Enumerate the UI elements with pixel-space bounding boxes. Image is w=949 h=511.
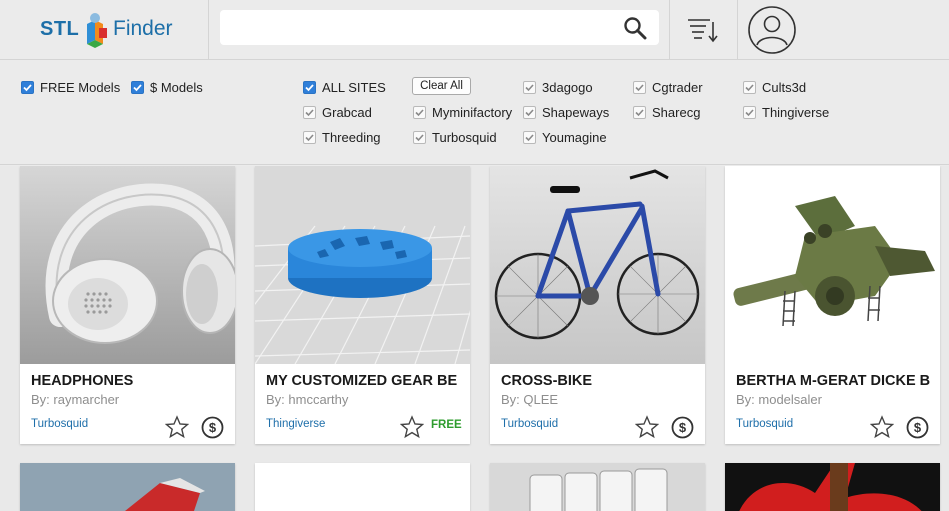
checkbox-checked-icon [413,105,426,119]
site-label: Grabcad [322,104,372,120]
logo[interactable]: STL Finder [0,0,209,60]
model-card[interactable]: BERTHA M-GERAT DICKE B By: modelsaler Tu… [725,166,940,444]
model-card[interactable] [490,463,705,511]
site-label: Myminifactory [432,104,513,120]
search-input[interactable] [220,10,659,45]
model-title[interactable]: BERTHA M-GERAT DICKE B [736,373,932,389]
site-label: Sharecg [652,104,701,120]
filter-panel: FREE Models $ Models ALL SITES Clear All… [0,60,949,165]
checkbox-checked-icon [633,105,646,119]
site-checkbox-sharecg[interactable]: Sharecg [633,103,700,121]
site-checkbox-cgtrader[interactable]: Cgtrader [633,78,703,96]
checkbox-checked-icon [743,80,756,94]
model-title[interactable]: CROSS-BIKE [501,373,697,389]
user-account-icon[interactable] [747,5,797,55]
model-title[interactable]: MY CUSTOMIZED GEAR BE [266,373,462,389]
checkbox-checked-icon [303,130,316,144]
svg-text:$: $ [679,420,687,435]
results-grid: HEADPHONES By: raymarcher Turbosquid $ M… [0,166,949,511]
site-checkbox-grabcad[interactable]: Grabcad [303,103,372,121]
free-badge: FREE [431,419,462,431]
site-checkbox-youmagine[interactable]: Youmagine [523,128,607,146]
model-author: By: raymarcher [31,392,120,407]
model-thumbnail[interactable] [490,463,705,511]
all-sites-label: ALL SITES [322,79,386,95]
free-models-label: FREE Models [40,79,121,95]
star-icon[interactable] [635,415,659,439]
model-card[interactable] [20,463,235,511]
checkbox-checked-icon [523,105,536,119]
star-icon[interactable] [870,415,894,439]
site-checkbox-threeding[interactable]: Threeding [303,128,381,146]
svg-text:$: $ [914,420,922,435]
paid-icon: $ [201,416,224,439]
model-thumbnail[interactable] [20,166,235,364]
logo-text-finder: Finder [113,17,173,40]
paid-models-checkbox[interactable]: $ Models [131,78,203,96]
site-checkbox-thingiverse[interactable]: Thingiverse [743,103,829,121]
site-label: Thingiverse [762,104,830,120]
checkbox-checked-icon [743,105,756,119]
site-label: Shapeways [542,104,610,120]
clear-all-button[interactable]: Clear All [412,77,471,95]
checkbox-checked-icon [303,80,316,94]
site-label: Turbosquid [432,129,497,145]
site-label: 3dagogo [542,79,593,95]
site-checkbox-cults3d[interactable]: Cults3d [743,78,806,96]
model-thumbnail[interactable] [255,166,470,364]
site-label: Cults3d [762,79,807,95]
model-author: By: QLEE [501,392,559,407]
top-bar: STL Finder [0,0,949,60]
checkbox-checked-icon [523,80,536,94]
model-card[interactable] [255,463,470,511]
model-thumbnail[interactable] [255,463,470,511]
site-checkbox-3dagogo[interactable]: 3dagogo [523,78,593,96]
free-models-checkbox[interactable]: FREE Models [21,78,120,96]
sort-button[interactable] [669,0,738,60]
checkbox-checked-icon [633,80,646,94]
site-label: Youmagine [542,129,607,145]
logo-mark-icon [87,13,107,48]
site-label: Cgtrader [652,79,703,95]
logo-text-stl: STL [40,18,80,40]
star-icon[interactable] [400,415,424,439]
model-source-link[interactable]: Turbosquid [31,418,88,430]
model-thumbnail[interactable] [490,166,705,364]
checkbox-checked-icon [21,80,34,94]
model-author: By: modelsaler [736,392,822,407]
model-author: By: hmccarthy [266,392,349,407]
paid-icon: $ [906,416,929,439]
model-card[interactable] [725,463,940,511]
model-source-link[interactable]: Thingiverse [266,418,325,430]
sort-icon [688,19,718,43]
paid-icon: $ [671,416,694,439]
all-sites-checkbox[interactable]: ALL SITES [303,78,386,96]
model-source-link[interactable]: Turbosquid [501,418,558,430]
model-card[interactable]: CROSS-BIKE By: QLEE Turbosquid $ [490,166,705,444]
site-checkbox-myminifactory[interactable]: Myminifactory [413,103,512,121]
site-checkbox-turbosquid[interactable]: Turbosquid [413,128,497,146]
checkbox-checked-icon [131,80,144,94]
model-thumbnail[interactable] [725,166,940,364]
model-card[interactable]: MY CUSTOMIZED GEAR BE By: hmccarthy Thin… [255,166,470,444]
model-title[interactable]: HEADPHONES [31,373,227,389]
site-label: Threeding [322,129,381,145]
svg-text:$: $ [209,420,217,435]
checkbox-checked-icon [303,105,316,119]
checkbox-checked-icon [523,130,536,144]
model-thumbnail[interactable] [20,463,235,511]
search-icon[interactable] [623,16,647,40]
site-checkbox-shapeways[interactable]: Shapeways [523,103,609,121]
star-icon[interactable] [165,415,189,439]
model-thumbnail[interactable] [725,463,940,511]
checkbox-checked-icon [413,130,426,144]
model-card[interactable]: HEADPHONES By: raymarcher Turbosquid $ [20,166,235,444]
model-source-link[interactable]: Turbosquid [736,418,793,430]
paid-models-label: $ Models [150,79,203,95]
